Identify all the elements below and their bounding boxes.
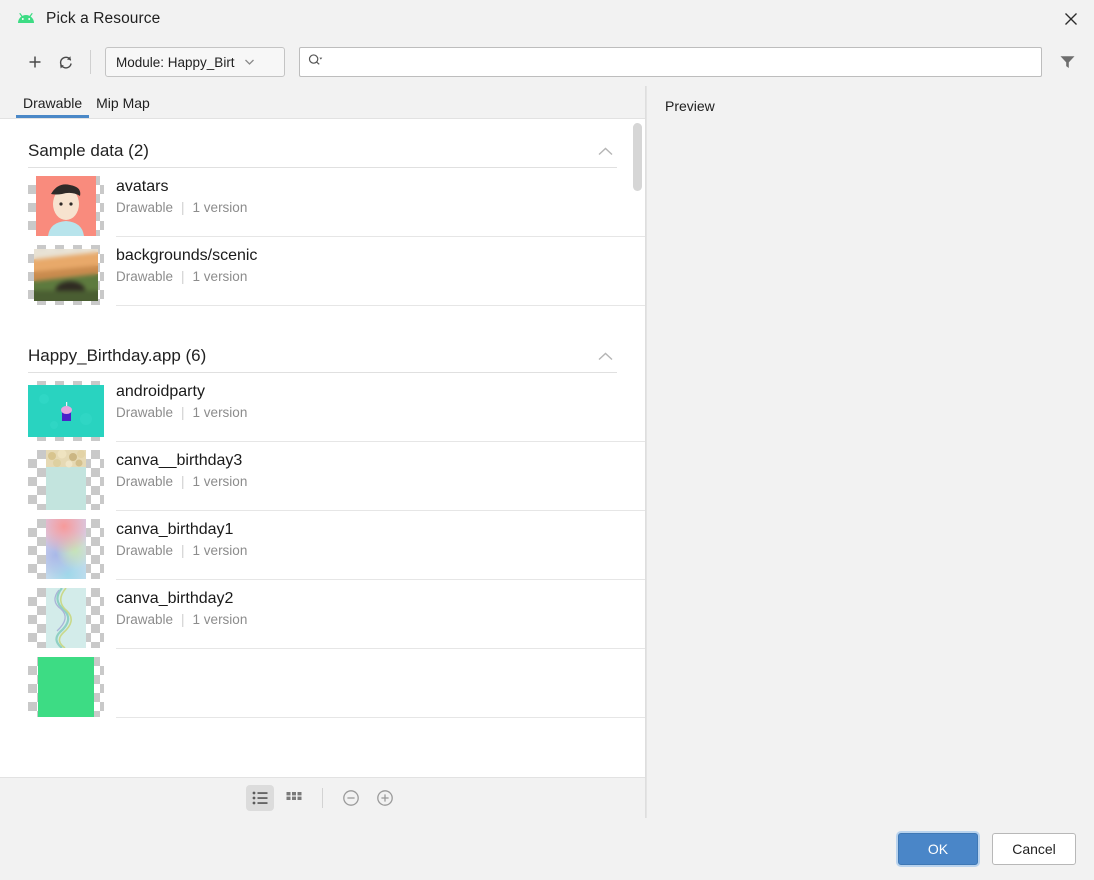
dialog-body: Drawable Mip Map Sample data (2) avatars… bbox=[0, 86, 1094, 818]
view-toolbar-divider bbox=[322, 788, 323, 808]
search-input[interactable] bbox=[328, 53, 1033, 71]
titlebar: Pick a Resource bbox=[0, 0, 1094, 38]
group-header-sample-data[interactable]: Sample data (2) bbox=[0, 119, 645, 167]
sub-divider: | bbox=[181, 543, 185, 559]
list-item-name: canva__birthday3 bbox=[116, 452, 243, 469]
thumbnail-canva-birthday3 bbox=[28, 450, 104, 510]
thumbnail-canva-birthday1 bbox=[28, 519, 104, 579]
resource-browser-pane: Drawable Mip Map Sample data (2) avatars… bbox=[0, 86, 646, 818]
list-item-name: backgrounds/scenic bbox=[116, 247, 258, 264]
cancel-button-label: Cancel bbox=[1012, 841, 1056, 857]
sub-divider: | bbox=[181, 200, 185, 216]
list-item-sub: Drawable | 1 version bbox=[116, 612, 615, 627]
list-view-icon[interactable] bbox=[246, 785, 274, 811]
list-item-versions: 1 version bbox=[192, 405, 248, 421]
chevron-up-icon[interactable] bbox=[594, 350, 617, 363]
add-resource-button[interactable] bbox=[20, 47, 50, 77]
toolbar-divider bbox=[90, 50, 91, 74]
ok-button[interactable]: OK bbox=[898, 833, 978, 865]
tab-mipmap[interactable]: Mip Map bbox=[89, 95, 157, 118]
list-item-versions: 1 version bbox=[192, 543, 248, 559]
cancel-button[interactable]: Cancel bbox=[992, 833, 1076, 865]
view-mode-toolbar bbox=[0, 777, 645, 818]
list-item-meta bbox=[116, 657, 645, 718]
list-item-name: canva_birthday2 bbox=[116, 590, 234, 607]
tab-mipmap-label: Mip Map bbox=[96, 95, 150, 111]
preview-pane: Preview bbox=[646, 86, 1094, 818]
preview-title: Preview bbox=[665, 98, 715, 114]
pick-resource-dialog: Pick a Resource Module: Happy_Birt Drawa… bbox=[0, 0, 1094, 880]
group-title: Happy_Birthday.app (6) bbox=[28, 346, 207, 365]
tab-drawable-label: Drawable bbox=[23, 95, 83, 111]
sub-divider: | bbox=[181, 612, 185, 628]
list-item-name: avatars bbox=[116, 178, 169, 195]
resource-type-tabs: Drawable Mip Map bbox=[0, 86, 645, 119]
thumbnail-clipped-green bbox=[28, 657, 104, 717]
list-item-sub: Drawable | 1 version bbox=[116, 543, 615, 558]
list-item-type: Drawable bbox=[116, 269, 174, 285]
list-item-versions: 1 version bbox=[192, 200, 248, 216]
dialog-footer: OK Cancel bbox=[0, 818, 1094, 880]
list-item[interactable]: backgrounds/scenic Drawable | 1 version bbox=[0, 237, 645, 306]
list-item-type: Drawable bbox=[116, 543, 174, 559]
thumbnail-canva-birthday2 bbox=[28, 588, 104, 648]
list-item-type: Drawable bbox=[116, 200, 174, 216]
thumbnail-androidparty bbox=[28, 381, 104, 441]
list-scrollbar[interactable] bbox=[632, 119, 643, 777]
list-item-type: Drawable bbox=[116, 612, 174, 628]
refresh-icon[interactable] bbox=[50, 47, 80, 77]
list-item-sub: Drawable | 1 version bbox=[116, 200, 615, 215]
close-icon[interactable] bbox=[1048, 0, 1094, 38]
list-item[interactable]: canva__birthday3 Drawable | 1 version bbox=[0, 442, 645, 511]
list-item-type: Drawable bbox=[116, 474, 174, 490]
grid-view-icon[interactable] bbox=[280, 785, 308, 811]
list-item-sub: Drawable | 1 version bbox=[116, 405, 615, 420]
group-header-happy-birthday-app[interactable]: Happy_Birthday.app (6) bbox=[0, 324, 645, 372]
resource-list[interactable]: Sample data (2) avatars Drawable | 1 ver… bbox=[0, 119, 645, 777]
module-dropdown[interactable]: Module: Happy_Birt bbox=[105, 47, 285, 77]
list-item[interactable]: canva_birthday1 Drawable | 1 version bbox=[0, 511, 645, 580]
sub-divider: | bbox=[181, 269, 185, 285]
thumbnail-avatars bbox=[28, 176, 104, 236]
thumbnail-backgrounds-scenic bbox=[28, 245, 104, 305]
group-title: Sample data (2) bbox=[28, 141, 149, 160]
zoom-in-icon[interactable] bbox=[371, 785, 399, 811]
tab-drawable[interactable]: Drawable bbox=[16, 95, 90, 118]
list-item[interactable]: androidparty Drawable | 1 version bbox=[0, 373, 645, 442]
chevron-down-icon bbox=[244, 58, 254, 67]
chevron-up-icon[interactable] bbox=[594, 145, 617, 158]
scrollbar-thumb[interactable] bbox=[633, 123, 642, 191]
list-item-sub: Drawable | 1 version bbox=[116, 269, 615, 284]
resource-toolbar: Module: Happy_Birt bbox=[0, 38, 1094, 86]
list-item-name: canva_birthday1 bbox=[116, 521, 234, 538]
list-item-meta: avatars Drawable | 1 version bbox=[116, 176, 645, 237]
list-item-meta: canva_birthday1 Drawable | 1 version bbox=[116, 519, 645, 580]
list-item-meta: backgrounds/scenic Drawable | 1 version bbox=[116, 245, 645, 306]
list-item-sub: Drawable | 1 version bbox=[116, 474, 615, 489]
search-box[interactable] bbox=[299, 47, 1042, 77]
module-dropdown-label: Module: Happy_Birt bbox=[116, 54, 235, 70]
sub-divider: | bbox=[181, 405, 185, 421]
list-item-versions: 1 version bbox=[192, 612, 248, 628]
zoom-out-icon[interactable] bbox=[337, 785, 365, 811]
list-item[interactable]: canva_birthday2 Drawable | 1 version bbox=[0, 580, 645, 649]
list-item-meta: androidparty Drawable | 1 version bbox=[116, 381, 645, 442]
list-item-versions: 1 version bbox=[192, 474, 248, 490]
resource-list-inner: Sample data (2) avatars Drawable | 1 ver… bbox=[0, 119, 645, 777]
list-item-meta: canva_birthday2 Drawable | 1 version bbox=[116, 588, 645, 649]
filter-icon[interactable] bbox=[1054, 49, 1080, 75]
search-icon bbox=[308, 53, 323, 72]
list-item[interactable]: avatars Drawable | 1 version bbox=[0, 168, 645, 237]
list-item-meta: canva__birthday3 Drawable | 1 version bbox=[116, 450, 645, 511]
window-title: Pick a Resource bbox=[46, 10, 161, 27]
ok-button-label: OK bbox=[927, 841, 949, 857]
list-item[interactable] bbox=[0, 649, 645, 718]
list-item-name: androidparty bbox=[116, 383, 205, 400]
list-item-versions: 1 version bbox=[192, 269, 248, 285]
sub-divider: | bbox=[181, 474, 185, 490]
android-icon bbox=[16, 9, 36, 29]
list-item-type: Drawable bbox=[116, 405, 174, 421]
